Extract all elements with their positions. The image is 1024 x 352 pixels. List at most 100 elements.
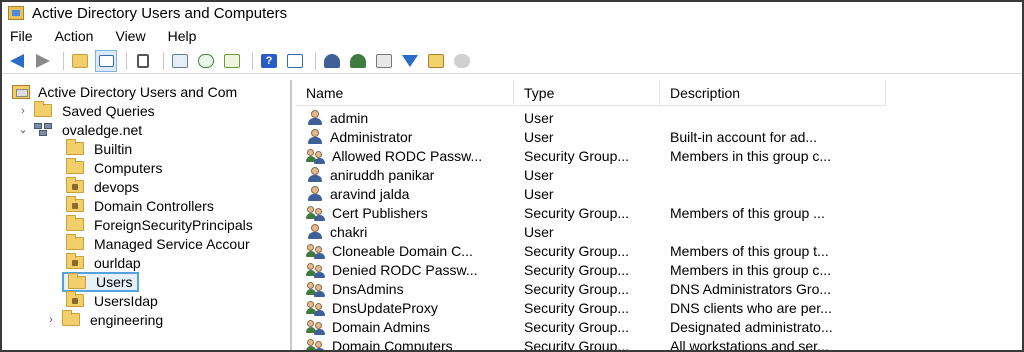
list-row[interactable]: aniruddh panikar User — [296, 165, 886, 184]
aduc-app-icon — [8, 6, 24, 20]
list-row[interactable]: Denied RODC Passw... Security Group... Mem… — [296, 260, 886, 279]
tree-item-ourldap[interactable]: ourldap — [66, 253, 141, 272]
tree-item-label: UsersIdap — [94, 292, 158, 309]
tree-item-domain-controllers[interactable]: Domain Controllers — [66, 196, 214, 215]
list-row[interactable]: chakri User — [296, 222, 886, 241]
tree-item-label: engineering — [90, 311, 164, 328]
tree-item-computers[interactable]: Computers — [66, 158, 162, 177]
tree-item-builtin[interactable]: Builtin — [66, 139, 132, 158]
cell-name: Domain Admins — [296, 319, 514, 335]
cell-description: All workstations and ser... — [670, 337, 829, 352]
tree-item-label: Domain Controllers — [94, 197, 214, 214]
menu-view[interactable]: View — [115, 28, 145, 44]
cell-type: User — [524, 109, 554, 126]
tree-item-label: Computers — [94, 159, 163, 176]
toolbar-separator — [126, 51, 127, 70]
list-row[interactable]: Administrator User Built-in account for ad… — [296, 127, 886, 146]
details-pane: Name Type Description admin User Administr… — [296, 80, 1022, 352]
cell-type: User — [524, 128, 554, 145]
delegate-icon[interactable] — [451, 50, 473, 72]
list-row[interactable]: Cloneable Domain C... Security Group... Me… — [296, 241, 886, 260]
cell-description: Members of this group ... — [670, 204, 825, 221]
column-header-type[interactable]: Type — [514, 80, 660, 106]
clipboard-icon[interactable] — [132, 50, 154, 72]
action-pane-icon[interactable] — [284, 50, 306, 72]
tree-item-foreign-security-principals[interactable]: ForeignSecurityPrincipals — [66, 215, 253, 234]
list-row[interactable]: admin User — [296, 108, 886, 127]
domain-icon — [34, 122, 54, 137]
export-list-icon[interactable] — [221, 50, 243, 72]
cell-name: DnsAdmins — [296, 281, 514, 297]
filter-icon[interactable] — [399, 50, 421, 72]
tree-item-devops[interactable]: devops — [66, 177, 139, 196]
menu-help[interactable]: Help — [168, 28, 197, 44]
add-to-group-icon[interactable] — [425, 50, 447, 72]
cell-name: Cert Publishers — [296, 205, 514, 221]
cell-type: Security Group... — [524, 299, 630, 316]
list-row[interactable]: DnsUpdateProxy Security Group... DNS clien… — [296, 298, 886, 317]
tree-item-managed-service-accounts[interactable]: Managed Service Accour — [66, 234, 250, 253]
list-row[interactable]: Cert Publishers Security Group... Members … — [296, 203, 886, 222]
menu-action[interactable]: Action — [55, 28, 94, 44]
list-row[interactable]: DnsAdmins Security Group... DNS Administra… — [296, 279, 886, 298]
new-ou-icon[interactable] — [373, 50, 395, 72]
row-name-text: aniruddh panikar — [330, 166, 435, 183]
list-header: Name Type Description — [296, 80, 886, 106]
tree-item-saved-queries[interactable]: › Saved Queries — [16, 101, 155, 120]
back-arrow-icon[interactable] — [6, 50, 28, 72]
up-folder-icon[interactable] — [69, 50, 91, 72]
toolbar-separator — [315, 51, 316, 70]
cell-name: DnsUpdateProxy — [296, 300, 514, 316]
list-row[interactable]: Allowed RODC Passw... Security Group... Me… — [296, 146, 886, 165]
row-name-text: DnsUpdateProxy — [332, 299, 438, 316]
cell-name: aniruddh panikar — [296, 166, 514, 183]
folder-icon — [62, 310, 80, 326]
chevron-down-icon[interactable]: ⌄ — [16, 123, 30, 136]
new-group-icon[interactable] — [347, 50, 369, 72]
chevron-right-icon[interactable]: › — [16, 105, 30, 117]
cell-name: aravind jalda — [296, 185, 514, 202]
tree-item-ovaledge-net[interactable]: ⌄ ovaledge.net — [16, 120, 142, 139]
cell-description: Members of this group t... — [670, 242, 829, 259]
folder-icon — [66, 215, 84, 231]
ou-folder-icon — [66, 196, 84, 212]
folder-icon — [68, 272, 86, 289]
console-tree-icon[interactable] — [95, 49, 117, 72]
ou-folder-icon — [66, 177, 84, 193]
group-icon — [306, 243, 326, 259]
column-header-description[interactable]: Description — [660, 80, 886, 106]
tree-item-usersldap[interactable]: UsersIdap — [66, 291, 158, 310]
cell-type: Security Group... — [524, 147, 630, 164]
cell-type: Security Group... — [524, 280, 630, 297]
cell-name: Domain Computers — [296, 338, 514, 350]
help-icon[interactable]: ? — [258, 50, 280, 72]
aduc-window: Active Directory Users and Computers Fil… — [0, 0, 1024, 352]
list-row[interactable]: Domain Computers Security Group... All wor… — [296, 336, 886, 352]
user-icon — [306, 128, 324, 145]
cell-description: Designated administrato... — [670, 318, 833, 335]
list-row[interactable]: aravind jalda User — [296, 184, 886, 203]
forward-arrow-icon[interactable] — [32, 50, 54, 72]
user-icon — [306, 223, 324, 240]
tree-root[interactable]: Active Directory Users and Com — [12, 82, 237, 101]
list-row[interactable]: Domain Admins Security Group... Designated… — [296, 317, 886, 336]
row-name-text: chakri — [330, 223, 368, 240]
row-name-text: Cloneable Domain C... — [332, 242, 473, 259]
tree-item-label: ForeignSecurityPrincipals — [94, 216, 253, 233]
new-user-icon[interactable] — [321, 50, 343, 72]
cell-description: Members in this group c... — [670, 261, 832, 278]
properties-icon[interactable] — [169, 50, 191, 72]
cell-description: DNS clients who are per... — [670, 299, 832, 316]
tree-item-engineering[interactable]: › engineering — [44, 310, 163, 329]
folder-icon — [66, 234, 84, 250]
cell-description: Built-in account for ad... — [670, 128, 818, 145]
column-header-name[interactable]: Name — [296, 80, 514, 106]
chevron-right-icon[interactable]: › — [44, 314, 58, 326]
refresh-icon[interactable] — [195, 50, 217, 72]
tree-item-label: ourldap — [94, 254, 141, 271]
row-name-text: Denied RODC Passw... — [332, 261, 478, 278]
menu-file[interactable]: File — [10, 28, 33, 44]
tree-item-users[interactable]: Users — [62, 272, 139, 292]
folder-icon — [66, 158, 84, 174]
tree-item-label: ovaledge.net — [62, 121, 143, 138]
